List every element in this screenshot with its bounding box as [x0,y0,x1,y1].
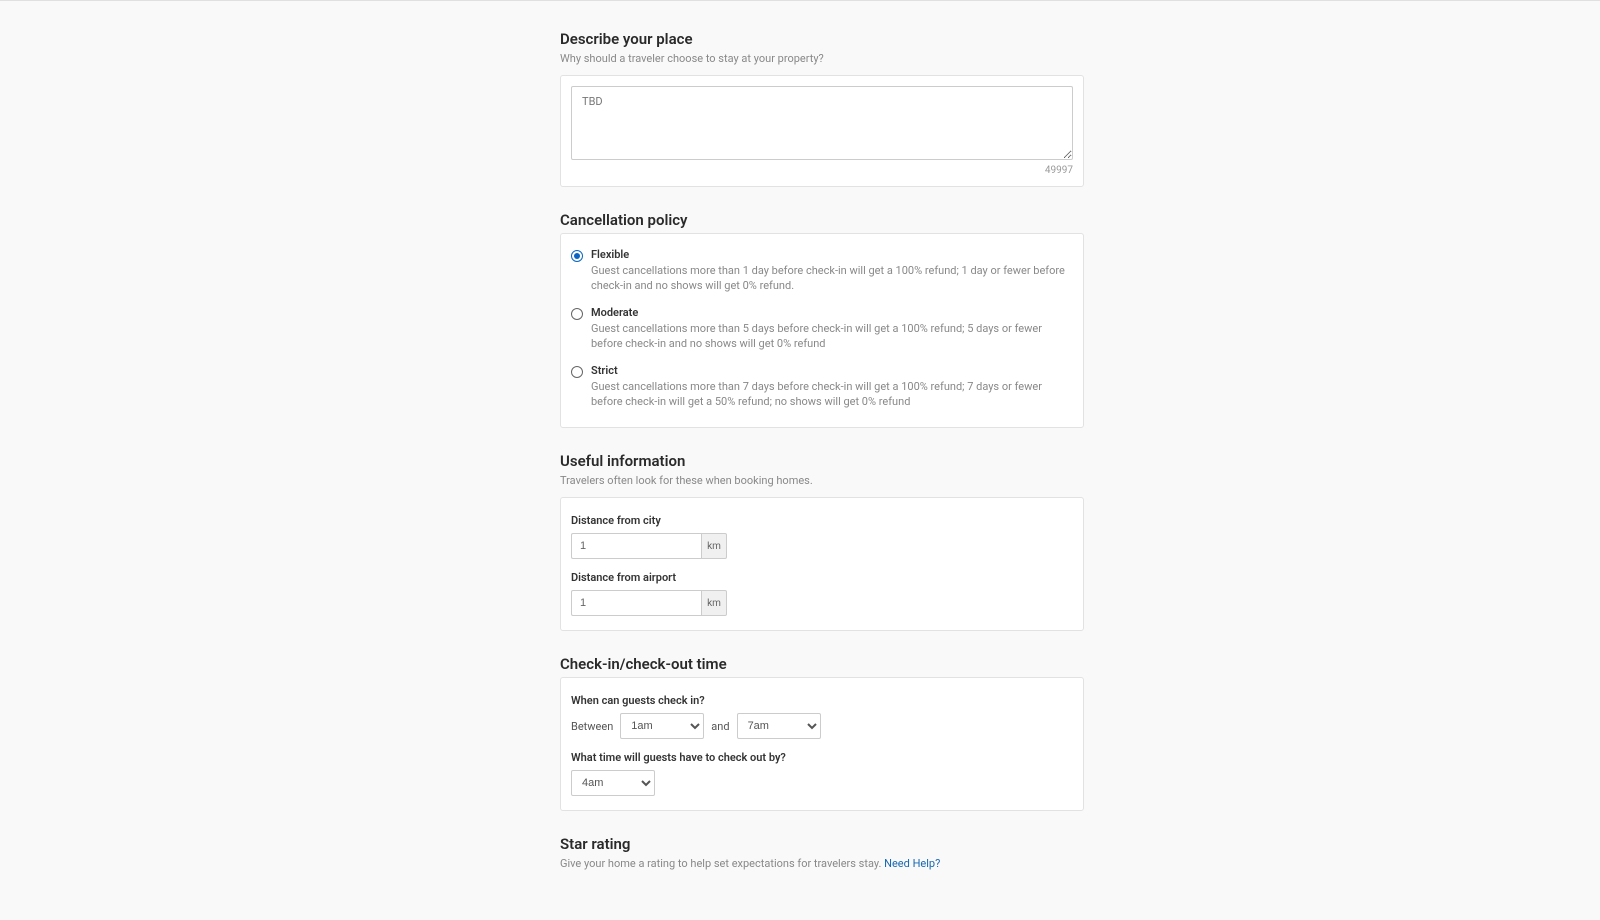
distance-airport-unit: km [701,590,727,616]
cancellation-option-label: Moderate [591,306,1073,319]
checktime-title: Check-in/check-out time [560,655,1084,673]
checkout-select[interactable]: 4am [571,770,655,796]
cancellation-option-strict[interactable]: Strict Guest cancellations more than 7 d… [571,360,1073,418]
between-label: Between [571,720,613,733]
cancellation-option-desc: Guest cancellations more than 5 days bef… [591,321,1073,352]
checkin-label: When can guests check in? [571,694,1073,707]
radio-icon [571,250,583,262]
describe-sub: Why should a traveler choose to stay at … [560,52,1084,65]
distance-airport-input[interactable] [571,590,701,616]
useful-title: Useful information [560,452,1084,470]
cancellation-option-desc: Guest cancellations more than 1 day befo… [591,263,1073,294]
radio-icon [571,366,583,378]
cancellation-panel: Flexible Guest cancellations more than 1… [560,233,1084,428]
star-title: Star rating [560,835,1084,853]
checkout-label: What time will guests have to check out … [571,751,1073,764]
describe-title: Describe your place [560,30,1084,48]
cancellation-option-flexible[interactable]: Flexible Guest cancellations more than 1… [571,244,1073,302]
distance-city-input[interactable] [571,533,701,559]
cancellation-option-desc: Guest cancellations more than 7 days bef… [591,379,1073,410]
need-help-link[interactable]: Need Help? [884,857,940,870]
useful-sub: Travelers often look for these when book… [560,474,1084,487]
and-label: and [711,720,729,733]
describe-textarea[interactable] [571,86,1073,160]
checkin-to-select[interactable]: 7am [737,713,821,739]
describe-panel: 49997 [560,75,1084,187]
checkin-from-select[interactable]: 1am [620,713,704,739]
useful-panel: Distance from city km Distance from airp… [560,497,1084,631]
cancellation-option-label: Strict [591,364,1073,377]
distance-city-label: Distance from city [571,514,1073,527]
cancellation-title: Cancellation policy [560,211,1084,229]
cancellation-option-label: Flexible [591,248,1073,261]
star-sub: Give your home a rating to help set expe… [560,857,881,870]
distance-city-unit: km [701,533,727,559]
radio-icon [571,308,583,320]
describe-charcount: 49997 [571,165,1073,176]
cancellation-option-moderate[interactable]: Moderate Guest cancellations more than 5… [571,302,1073,360]
distance-airport-label: Distance from airport [571,571,1073,584]
star-sub-row: Give your home a rating to help set expe… [560,857,1084,870]
checktime-panel: When can guests check in? Between 1am an… [560,677,1084,811]
